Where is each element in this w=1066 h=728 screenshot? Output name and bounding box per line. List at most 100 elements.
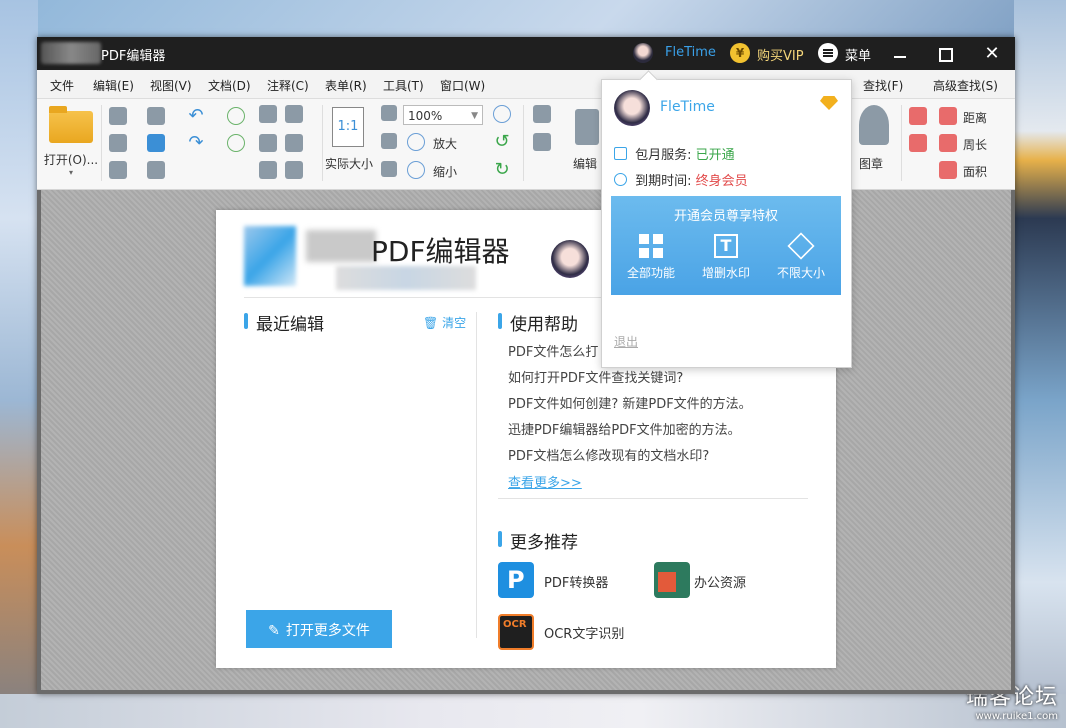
menu-comment[interactable]: 注释(C) xyxy=(267,77,309,94)
fit-page-icon[interactable] xyxy=(381,105,397,121)
page-setup-icon[interactable] xyxy=(147,161,165,179)
pencil-icon[interactable] xyxy=(909,107,927,125)
maximize-button[interactable] xyxy=(923,37,969,70)
help-link[interactable]: PDF文档怎么修改现有的文档水印? xyxy=(508,444,818,470)
rotate-left-icon[interactable]: ↺ xyxy=(493,133,511,151)
zoom-in-label[interactable]: 放大 xyxy=(433,135,457,152)
distance-icon[interactable] xyxy=(939,107,957,125)
zoom-out-icon[interactable] xyxy=(407,161,425,179)
recommend-heading: 更多推荐 xyxy=(498,528,578,553)
zoom-value: 100% xyxy=(408,109,443,123)
menu-document[interactable]: 文档(D) xyxy=(208,77,251,94)
edit-label[interactable]: 编辑 xyxy=(573,155,597,172)
pdf-converter-link[interactable]: PDF转换器 xyxy=(544,572,608,591)
buy-vip-link[interactable]: 购买VIP xyxy=(757,45,804,64)
menu-file[interactable]: 文件 xyxy=(50,77,74,94)
clipboard-icon[interactable] xyxy=(285,134,303,152)
new-page-icon[interactable] xyxy=(109,161,127,179)
next-page-icon[interactable] xyxy=(227,134,245,152)
open-button[interactable]: 打开(O)... ▾ xyxy=(43,106,99,177)
menu-form[interactable]: 表单(R) xyxy=(325,77,367,94)
stamp-icon[interactable] xyxy=(859,105,889,145)
area-label[interactable]: 面积 xyxy=(963,163,987,180)
add-text-icon[interactable] xyxy=(533,133,551,151)
find-button[interactable]: 查找(F) xyxy=(863,77,903,94)
office-resources-icon[interactable] xyxy=(654,562,690,598)
eraser-icon[interactable] xyxy=(909,134,927,152)
document-area: PDF编辑器 最近编辑 🗑 清空 使用帮助 PDF文件怎么打 如何打开PDF文件… xyxy=(41,190,1011,690)
menu-tools[interactable]: 工具(T) xyxy=(383,77,424,94)
ocr-link[interactable]: OCR文字识别 xyxy=(544,623,624,642)
ocr-icon[interactable] xyxy=(498,614,534,650)
open-dropdown-icon[interactable]: ▾ xyxy=(43,168,99,177)
redo-icon[interactable]: ↷ xyxy=(187,134,205,152)
distance-label[interactable]: 距离 xyxy=(963,109,987,126)
trash-icon: 🗑 xyxy=(423,316,439,330)
clear-recent-button[interactable]: 🗑 清空 xyxy=(423,314,466,331)
feature-unlimited-size[interactable]: 不限大小 xyxy=(763,232,839,281)
feature-watermark[interactable]: T 增删水印 xyxy=(688,234,764,281)
title-bar[interactable]: PDF编辑器 FleTime ¥ 购买VIP 菜单 ✕ xyxy=(37,37,1015,70)
rotate-right-icon[interactable]: ↻ xyxy=(493,161,511,179)
menu-edit[interactable]: 编辑(E) xyxy=(93,77,134,94)
help-link[interactable]: 如何打开PDF文件查找关键词? xyxy=(508,366,818,392)
area-icon[interactable] xyxy=(939,161,957,179)
monthly-label: 包月服务: xyxy=(635,148,692,163)
open-more-files-button[interactable]: 打开更多文件 xyxy=(246,610,392,648)
text-t-icon: T xyxy=(714,234,738,258)
zoom-select[interactable]: 100% ▼ xyxy=(403,105,483,125)
magnify-icon[interactable] xyxy=(493,105,511,123)
expire-value: 终身会员 xyxy=(695,174,748,189)
monthly-service-row: 包月服务: 已开通 xyxy=(614,144,735,163)
help-link[interactable]: PDF文件如何创建? 新建PDF文件的方法。 xyxy=(508,392,818,418)
feature-label: 增删水印 xyxy=(701,266,750,280)
advanced-find-button[interactable]: 高级查找(S) xyxy=(933,77,998,94)
menu-icon[interactable] xyxy=(818,43,838,63)
actual-size-button[interactable]: 1:1 xyxy=(332,107,364,147)
cube-icon xyxy=(787,232,815,260)
start-page-avatar[interactable] xyxy=(551,240,589,278)
user-name-link[interactable]: FleTime xyxy=(665,45,716,60)
undo-icon[interactable]: ↶ xyxy=(187,107,205,125)
hand-tool-icon[interactable] xyxy=(259,105,277,123)
vip-privileges-box[interactable]: 开通会员尊享特权 全部功能 T 增删水印 不限大小 xyxy=(611,196,841,295)
grid-icon xyxy=(639,234,663,258)
find-in-page-icon[interactable] xyxy=(285,161,303,179)
vip-coin-icon[interactable]: ¥ xyxy=(730,43,750,63)
minimize-button[interactable] xyxy=(877,37,923,70)
select-text-icon[interactable] xyxy=(259,134,277,152)
snapshot-icon[interactable] xyxy=(285,105,303,123)
pdf-converter-icon[interactable] xyxy=(498,562,534,598)
print-icon[interactable] xyxy=(109,134,127,152)
user-avatar-small[interactable] xyxy=(633,43,653,63)
zoom-out-label[interactable]: 缩小 xyxy=(433,163,457,180)
fit-visible-icon[interactable] xyxy=(381,161,397,177)
help-link[interactable]: 迅捷PDF编辑器给PDF文件加密的方法。 xyxy=(508,418,818,444)
save-icon[interactable] xyxy=(109,107,127,125)
column-divider xyxy=(476,312,477,638)
edit-content-icon[interactable] xyxy=(533,105,551,123)
toolbar: 打开(O)... ▾ ↶ ↷ 1:1 实际大小 100% ▼ 放大 缩小 ↺ ↻… xyxy=(37,99,1015,190)
scan-icon[interactable] xyxy=(147,134,165,152)
office-resources-link[interactable]: 办公资源 xyxy=(694,572,746,591)
menu-bar: 文件 编辑(E) 视图(V) 文档(D) 注释(C) 表单(R) 工具(T) 窗… xyxy=(37,70,1015,99)
zoom-in-icon[interactable] xyxy=(407,133,425,151)
feature-all-functions[interactable]: 全部功能 xyxy=(613,234,689,281)
menu-button[interactable]: 菜单 xyxy=(845,45,871,64)
stamp-label[interactable]: 图章 xyxy=(859,155,883,172)
see-more-link[interactable]: 查看更多>> xyxy=(508,472,582,491)
logout-link[interactable]: 退出 xyxy=(614,333,638,350)
menu-view[interactable]: 视图(V) xyxy=(150,77,192,94)
perimeter-label[interactable]: 周长 xyxy=(963,136,987,153)
previous-page-icon[interactable] xyxy=(227,107,245,125)
fit-width-icon[interactable] xyxy=(381,133,397,149)
email-icon[interactable] xyxy=(147,107,165,125)
close-button[interactable]: ✕ xyxy=(969,37,1015,70)
edit-document-icon[interactable] xyxy=(575,109,599,145)
perimeter-icon[interactable] xyxy=(939,134,957,152)
recent-heading: 最近编辑 xyxy=(244,310,324,335)
menu-window[interactable]: 窗口(W) xyxy=(440,77,485,94)
desktop-wallpaper-right xyxy=(1014,0,1066,728)
select-area-icon[interactable] xyxy=(259,161,277,179)
app-window: PDF编辑器 FleTime ¥ 购买VIP 菜单 ✕ 文件 编辑(E) 视图(… xyxy=(37,37,1015,694)
